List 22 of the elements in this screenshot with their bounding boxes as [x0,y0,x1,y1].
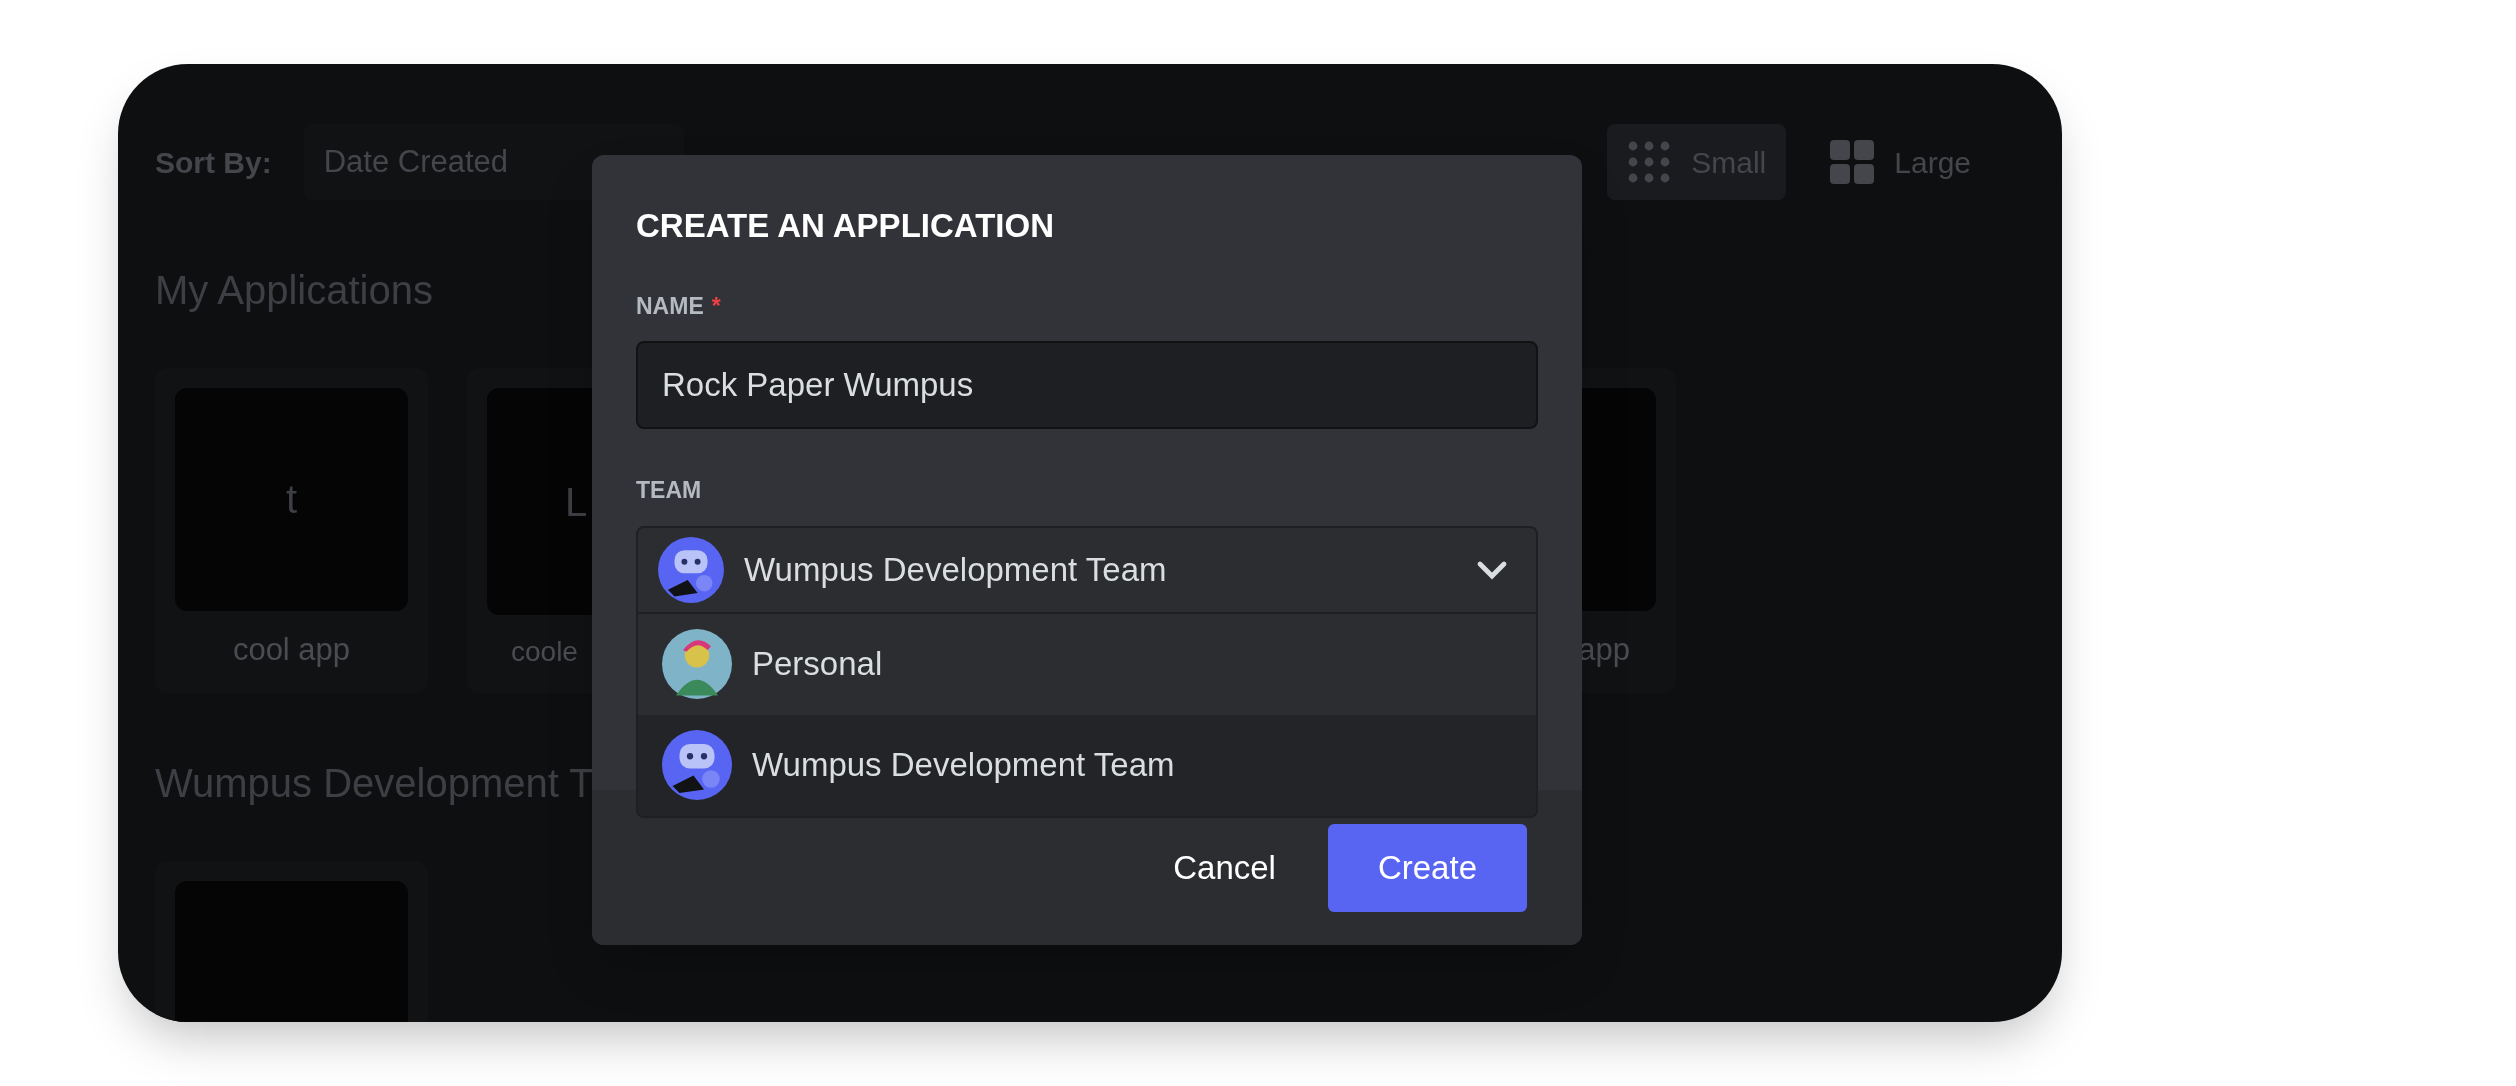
avatar-icon [662,730,732,800]
name-input[interactable]: Rock Paper Wumpus [636,341,1538,429]
app-name: cool app [232,630,351,669]
chevron-down-icon [1476,559,1508,580]
grid-squares-icon [1830,140,1875,184]
select-value: Wumpus Development Team [744,549,1167,590]
team-option[interactable]: Wumpus Development Team [638,714,1536,816]
grid-dots-icon [1627,140,1672,184]
app-name: app [1578,630,1630,669]
dialog-title: CREATE AN APPLICATION [636,206,1055,246]
cancel-button[interactable]: Cancel [1165,823,1284,912]
app-initials: L [565,478,588,526]
field-label: NAME [636,291,704,321]
field-label: TEAM [636,476,703,505]
sort-label: Sort By: [155,144,272,181]
required-asterisk: * [711,291,721,321]
team-select[interactable]: Wumpus Development Team [636,525,1538,614]
create-button[interactable]: Create [1327,823,1527,912]
avatar-icon [662,629,732,699]
app-name: coole [511,635,578,669]
avatar-icon [658,536,724,603]
app-initials: t [285,476,298,524]
